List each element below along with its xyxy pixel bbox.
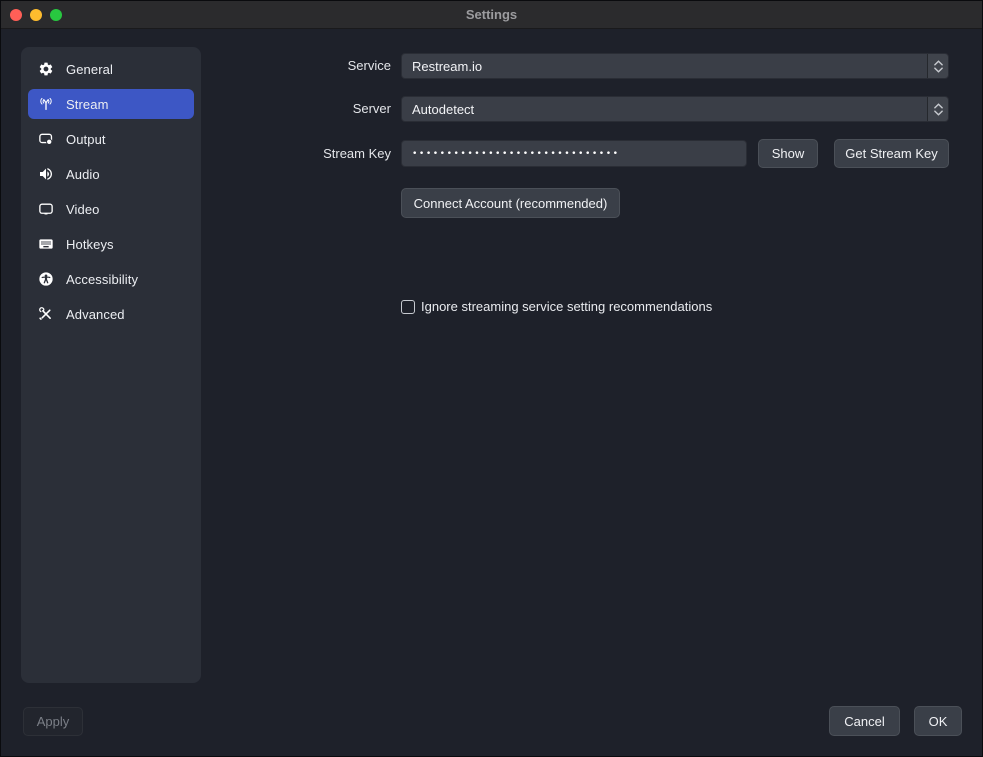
speaker-icon: [37, 166, 54, 183]
service-label: Service: [191, 53, 391, 79]
stream-key-label: Stream Key: [191, 140, 391, 167]
apply-button[interactable]: Apply: [23, 707, 83, 736]
broadcast-icon: [37, 96, 54, 113]
keyboard-icon: [37, 236, 54, 253]
sidebar-item-hotkeys[interactable]: Hotkeys: [28, 229, 194, 259]
monitor-icon: [37, 201, 54, 218]
connect-account-button[interactable]: Connect Account (recommended): [401, 188, 620, 218]
sidebar-item-label: Output: [66, 132, 106, 147]
sidebar-item-label: Stream: [66, 97, 109, 112]
screen-record-icon: [37, 131, 54, 148]
stream-key-input[interactable]: [401, 140, 747, 167]
get-stream-key-button[interactable]: Get Stream Key: [834, 139, 949, 168]
sidebar-item-video[interactable]: Video: [28, 194, 194, 224]
traffic-lights: [10, 9, 62, 21]
show-button[interactable]: Show: [758, 139, 818, 168]
window-title: Settings: [466, 7, 517, 22]
sidebar-item-output[interactable]: Output: [28, 124, 194, 154]
sidebar-item-audio[interactable]: Audio: [28, 159, 194, 189]
zoom-button[interactable]: [50, 9, 62, 21]
sidebar-item-advanced[interactable]: Advanced: [28, 299, 194, 329]
settings-sidebar: General Stream Output: [21, 47, 201, 683]
ok-button[interactable]: OK: [914, 706, 962, 736]
gear-icon: [37, 61, 54, 78]
sidebar-item-label: Hotkeys: [66, 237, 114, 252]
ignore-recommendations-label: Ignore streaming service setting recomme…: [421, 299, 712, 314]
minimize-button[interactable]: [30, 9, 42, 21]
sidebar-item-general[interactable]: General: [28, 54, 194, 84]
ignore-recommendations-checkbox[interactable]: [401, 300, 415, 314]
accessibility-icon: [37, 271, 54, 288]
sidebar-item-accessibility[interactable]: Accessibility: [28, 264, 194, 294]
service-value: Restream.io: [402, 59, 927, 74]
server-dropdown[interactable]: Autodetect: [401, 96, 949, 122]
tools-icon: [37, 306, 54, 323]
server-label: Server: [191, 96, 391, 122]
sidebar-item-label: Audio: [66, 167, 100, 182]
title-bar: Settings: [1, 1, 982, 29]
sidebar-item-label: Accessibility: [66, 272, 138, 287]
service-dropdown[interactable]: Restream.io: [401, 53, 949, 79]
cancel-button[interactable]: Cancel: [829, 706, 900, 736]
server-value: Autodetect: [402, 102, 927, 117]
settings-window: Settings General Stream: [0, 0, 983, 757]
ignore-recommendations-row: Ignore streaming service setting recomme…: [401, 299, 712, 314]
sidebar-item-label: General: [66, 62, 113, 77]
sidebar-item-label: Advanced: [66, 307, 125, 322]
dropdown-stepper-icon: [927, 97, 948, 121]
sidebar-item-label: Video: [66, 202, 100, 217]
dropdown-stepper-icon: [927, 54, 948, 78]
close-button[interactable]: [10, 9, 22, 21]
sidebar-item-stream[interactable]: Stream: [28, 89, 194, 119]
